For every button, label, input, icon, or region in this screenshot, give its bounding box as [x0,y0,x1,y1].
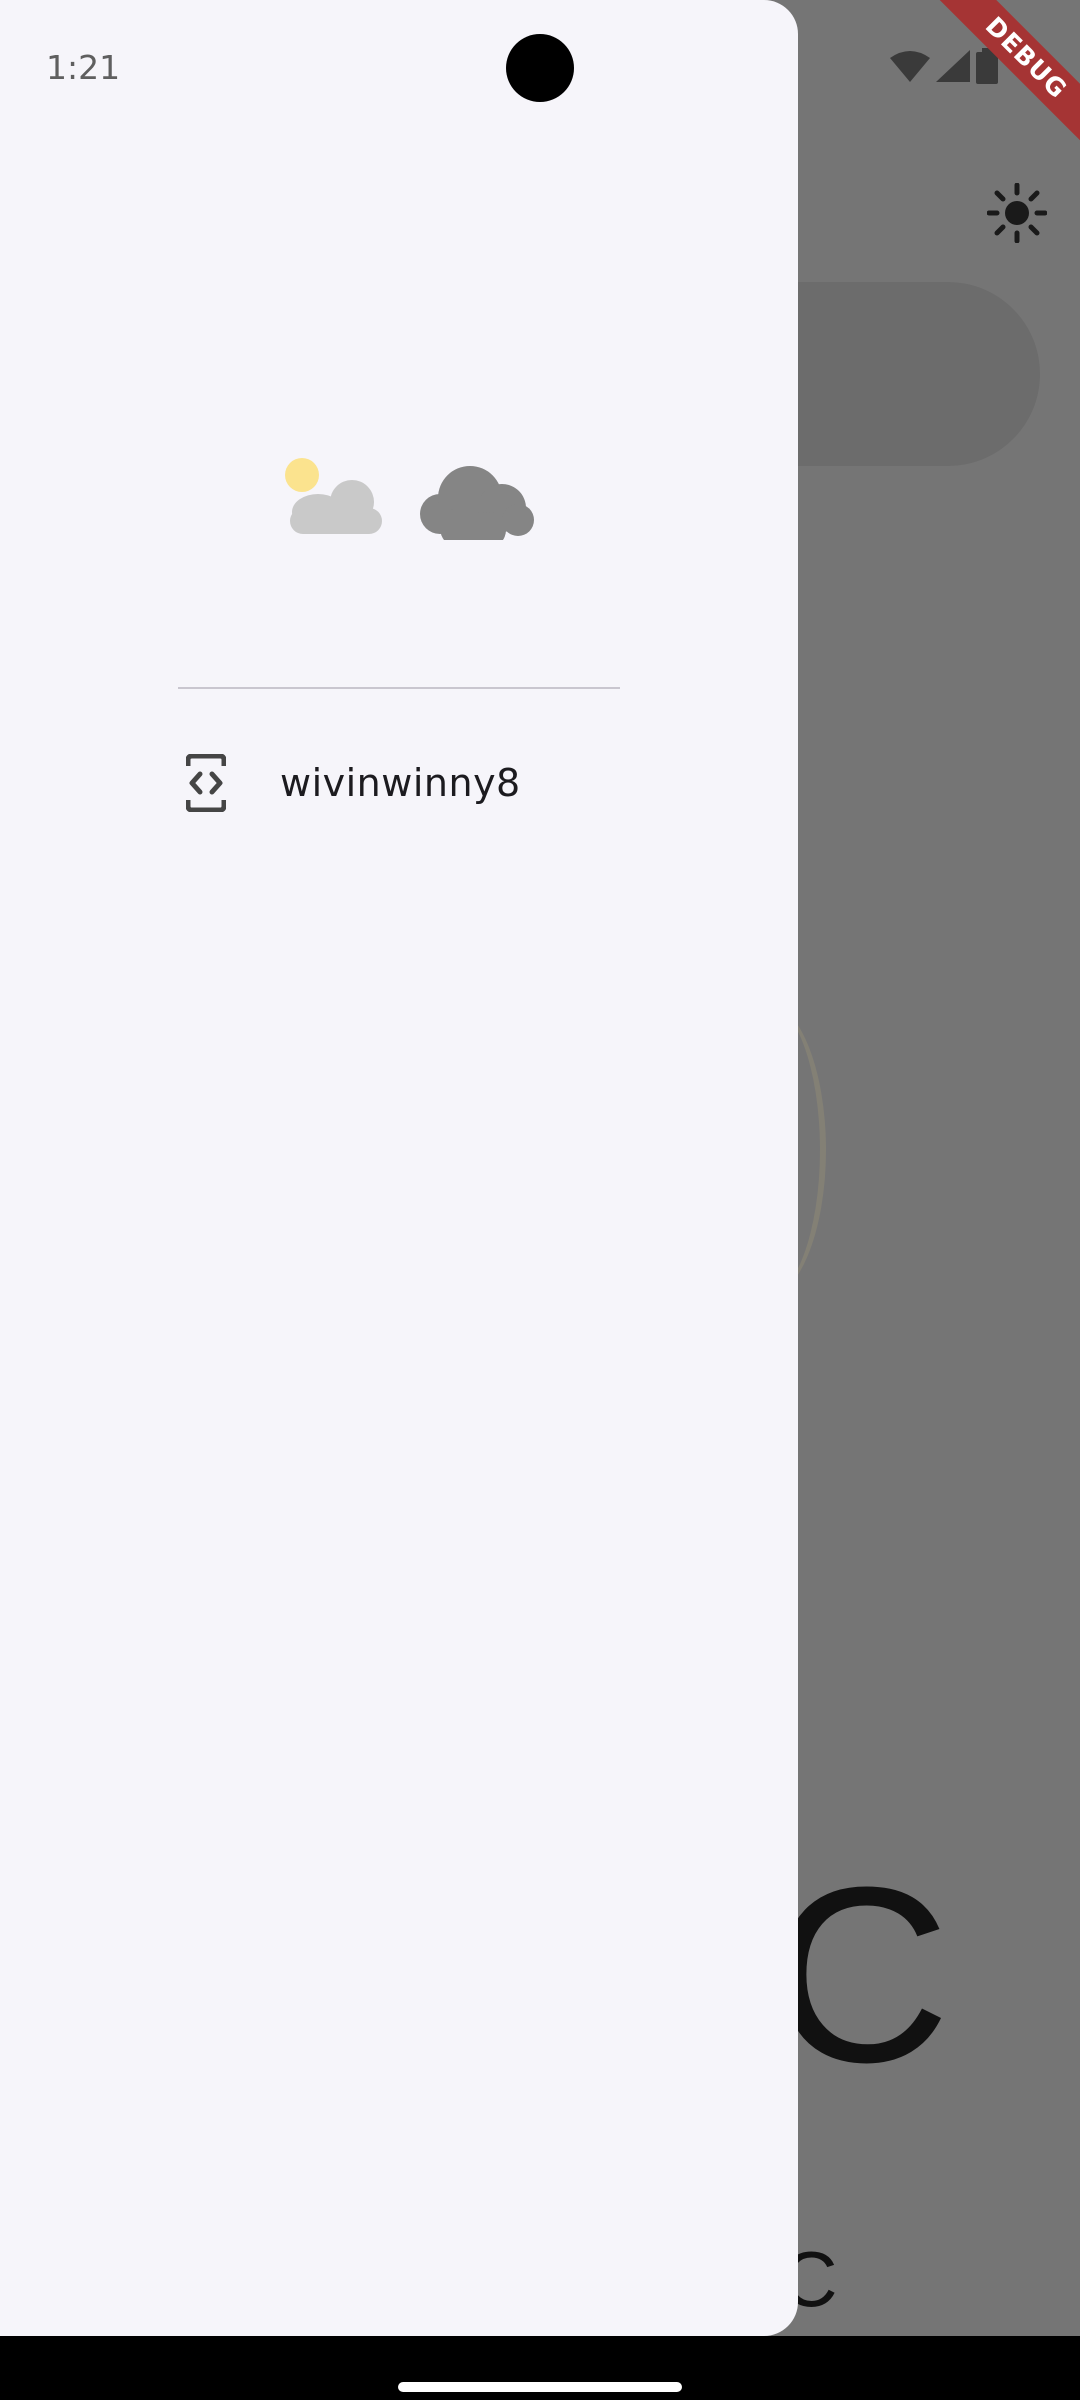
sun-behind-cloud-icon [285,458,382,534]
home-gesture-handle[interactable] [398,2382,682,2392]
code-brackets-icon [182,751,230,815]
weather-header-art [285,458,534,540]
debug-label: DEBUG [927,0,1080,157]
cloud-icon [420,466,534,540]
drawer-item-label: wivinwinny8 [280,761,521,805]
sun-icon [987,183,1047,243]
drawer-item-developer[interactable]: wivinwinny8 [160,740,660,826]
drawer-divider [178,687,620,689]
theme-toggle-button[interactable] [982,178,1052,248]
debug-banner: DEBUG [920,0,1080,160]
front-camera-cutout [506,34,574,102]
navigation-drawer: 1:21 wivinwinny8 [0,0,798,2336]
drawer-header [0,0,798,690]
